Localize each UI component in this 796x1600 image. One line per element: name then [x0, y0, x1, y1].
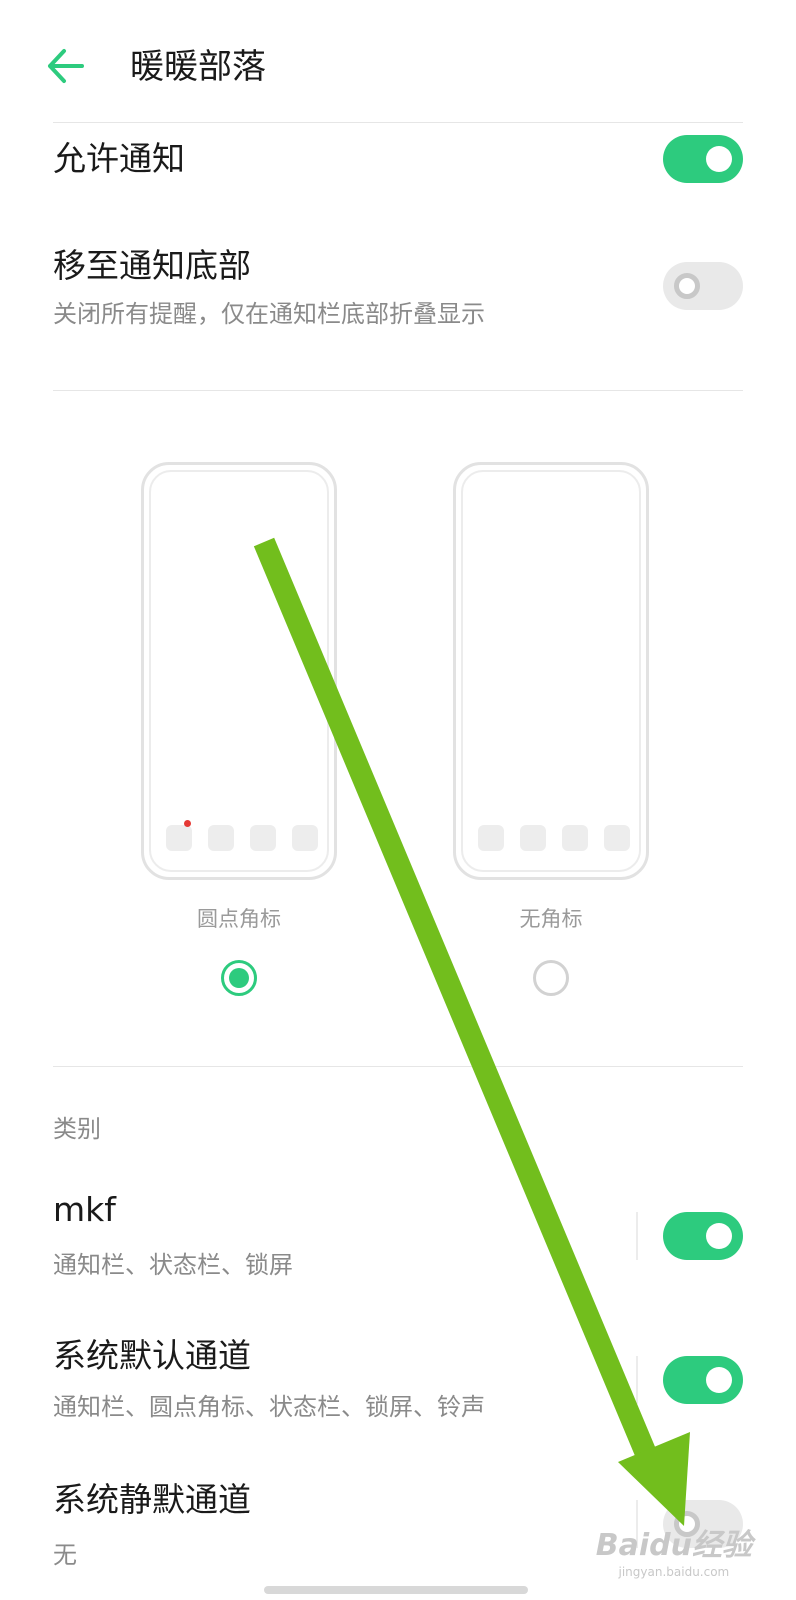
- watermark-url: jingyan.baidu.com: [618, 1565, 730, 1579]
- baidu-watermark: Baidu经验 jingyan.baidu.com: [596, 1528, 752, 1580]
- watermark-logo: Baidu经验: [595, 1528, 752, 1563]
- annotation-arrow: [253, 537, 690, 1526]
